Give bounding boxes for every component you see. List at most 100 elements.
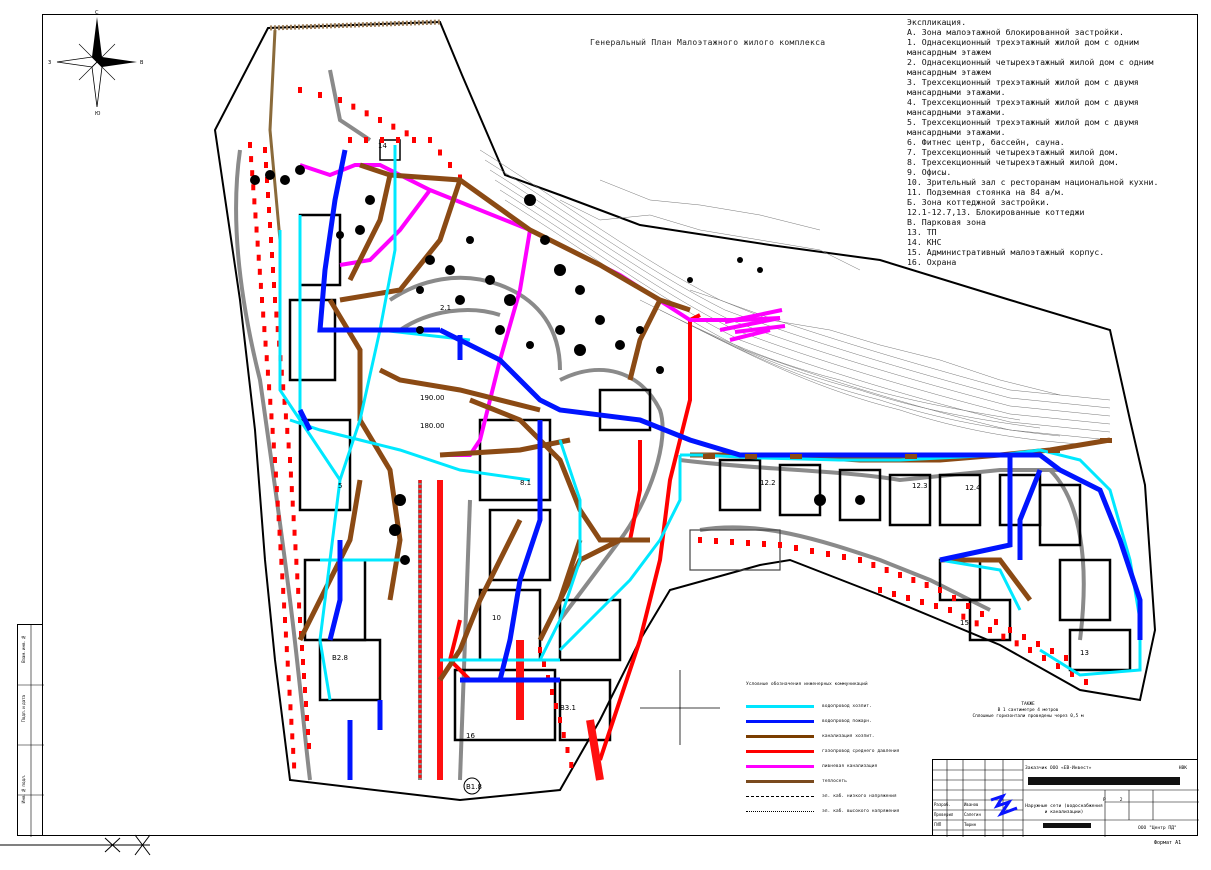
legend-label: эл. каб. высокого напряжения — [822, 809, 900, 814]
street-light-dot — [730, 539, 734, 545]
street-light-dot — [254, 226, 259, 233]
street-light-dot — [288, 471, 293, 478]
stamp-organization: ООО "Центр ПД" — [1138, 826, 1177, 831]
legend-label: эл. каб. низкого напряжения — [822, 794, 897, 799]
street-light-dot — [268, 222, 272, 228]
street-light-dot — [920, 599, 924, 605]
street-light-dot — [569, 762, 574, 768]
street-light-dot — [810, 548, 814, 554]
street-light-dot — [271, 442, 276, 449]
legend-row: эл. каб. высокого напряжения — [746, 804, 916, 819]
street-light-dot — [252, 198, 257, 205]
street-light-dot — [251, 184, 256, 191]
street-light-dot — [264, 162, 268, 168]
stamp-code: НВК — [1178, 766, 1187, 771]
street-light-dot — [924, 582, 929, 588]
street-light-dot — [412, 137, 416, 143]
street-light-dot — [283, 617, 287, 623]
label-13: 15 — [960, 619, 969, 627]
legend-row: эл. каб. низкого напряжения — [746, 789, 916, 804]
street-light-dot — [269, 237, 273, 243]
label-12-2: 12.3 — [912, 482, 928, 490]
street-light-dot — [698, 537, 702, 543]
street-light-dot — [1036, 641, 1040, 647]
explication: Экспликация. А. Зона малоэтажной блокиро… — [907, 17, 1187, 267]
street-light-dot — [282, 602, 287, 609]
street-light-dot — [884, 567, 889, 573]
street-light-dot — [714, 538, 718, 544]
street-light-dot — [300, 645, 304, 651]
legend-swatch — [746, 796, 814, 797]
street-light-dot — [351, 103, 356, 110]
street-light-dot — [871, 562, 876, 568]
street-light-dot — [275, 500, 280, 507]
explication-item: 13. ТП — [907, 227, 937, 237]
stamp-sheet: 2 — [1119, 798, 1123, 803]
legend-label: водопровод пожарн. — [822, 719, 872, 724]
label-15: 16 — [466, 732, 475, 740]
legend-swatch — [746, 735, 814, 738]
street-light-dot — [291, 747, 296, 754]
utilities-legend: Условные обозначения инженерных коммуник… — [746, 682, 916, 819]
street-light-dot — [271, 267, 275, 273]
legend-row: газопровод среднего давления — [746, 744, 916, 759]
street-light-dot — [842, 554, 846, 560]
street-light-dot — [256, 254, 261, 261]
label-14: 14 — [378, 142, 387, 150]
street-light-dot — [396, 137, 400, 143]
street-light-dot — [264, 355, 269, 362]
label-8-1: 10 — [492, 614, 501, 622]
sheet-format: Формат А1 — [1154, 840, 1182, 846]
street-light-dot — [291, 515, 296, 522]
legend-swatch — [746, 750, 814, 753]
street-light-dot — [283, 413, 288, 420]
street-light-dot — [364, 110, 369, 117]
street-light-dot — [542, 661, 546, 667]
street-light-dot — [1064, 655, 1068, 661]
street-light-dot — [281, 587, 286, 594]
street-light-dot — [561, 732, 566, 738]
compass-n: С — [95, 10, 99, 16]
street-light-dot — [267, 384, 272, 391]
explication-item: 10. Зрительный зал с ресторанам национал… — [907, 177, 1159, 187]
street-light-dot — [248, 142, 252, 148]
street-light-dot — [253, 212, 258, 219]
street-light-dot — [267, 207, 271, 213]
label-12-1: 12.2 — [760, 479, 776, 487]
street-light-dot — [988, 627, 992, 633]
street-light-dot — [285, 660, 290, 667]
legend-row: водопровод хозпит. — [746, 699, 916, 714]
stamp-customer: Заказчик ООО «ЕВ-Инвест» — [1025, 766, 1092, 771]
compass-s: Ю — [95, 111, 101, 117]
street-light-dot — [287, 689, 292, 696]
street-light-dot — [404, 130, 409, 137]
stamp-role: ГИП — [934, 822, 942, 827]
explication-item: 15. Административный малоэтажный корпус. — [907, 247, 1105, 257]
street-light-dot — [270, 252, 274, 258]
legend-row: канализация хозпит. — [746, 729, 916, 744]
explication-item: 3. Трехсекционный трехэтажный жилой дом … — [907, 77, 1139, 97]
street-light-dot — [1008, 627, 1012, 633]
street-light-dot — [438, 149, 442, 156]
label-b18: B2.8 — [332, 654, 348, 662]
stamp-role: Разраб. — [934, 802, 951, 807]
street-light-dot — [952, 595, 956, 601]
street-light-dot — [266, 192, 270, 198]
compass-w: З — [48, 60, 51, 66]
street-light-dot — [258, 282, 263, 289]
legend-swatch — [746, 811, 814, 812]
street-light-dot — [274, 311, 279, 318]
street-light-dot — [274, 486, 279, 493]
legend-label: водопровод хозпит. — [822, 704, 872, 709]
explication-item: Б. Зона коттеджной застройки. — [907, 197, 1050, 207]
legend-title: Условные обозначения инженерных коммуник… — [746, 682, 868, 687]
explication-item: А. Зона малоэтажной блокированной застро… — [907, 27, 1124, 37]
street-light-dot — [292, 762, 297, 769]
redacted-bar — [1028, 777, 1180, 785]
street-light-dot — [906, 595, 910, 601]
legend-label: ливневая канализация — [822, 764, 878, 769]
explication-item: 12.1-12.7,13. Блокированные коттеджи — [907, 207, 1085, 217]
explication-item: 9. Офисы. — [907, 167, 952, 177]
street-light-dot — [255, 240, 260, 247]
street-light-dot — [934, 603, 938, 609]
